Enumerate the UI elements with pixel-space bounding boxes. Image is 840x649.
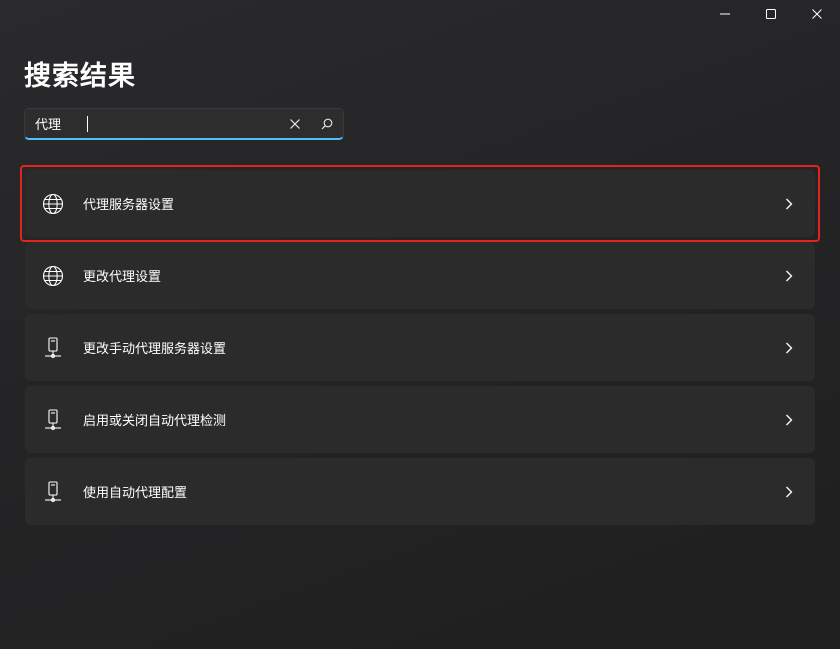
clear-icon [290,118,300,129]
result-label: 更改手动代理服务器设置 [83,342,227,357]
close-button[interactable] [794,0,840,28]
chevron-right-icon [769,342,809,354]
network-computer-icon [25,480,81,503]
search-icon [321,118,333,129]
search-button[interactable] [311,110,343,138]
close-icon [812,9,822,19]
chevron-right-icon [769,486,809,498]
clear-search-button[interactable] [279,110,311,138]
chevron-right-icon [769,270,809,282]
maximize-icon [766,9,776,19]
chevron-right-icon [769,198,809,210]
result-label: 代理服务器设置 [83,198,175,213]
caption-buttons [702,0,840,28]
result-item-auto-proxy-config[interactable]: 使用自动代理配置 [25,458,815,525]
result-item-change-proxy-settings[interactable]: 更改代理设置 [25,242,815,309]
chevron-right-icon [769,414,809,426]
globe-icon [25,265,81,287]
globe-icon [25,193,81,215]
network-computer-icon [25,336,81,359]
minimize-button[interactable] [702,0,748,28]
result-label: 更改代理设置 [83,270,162,285]
maximize-button[interactable] [748,0,794,28]
result-label: 使用自动代理配置 [83,486,188,501]
text-caret [87,116,88,132]
page-title: 搜索结果 [24,61,136,92]
result-item-auto-proxy-detection[interactable]: 启用或关闭自动代理检测 [25,386,815,453]
minimize-icon [720,13,730,15]
result-label: 启用或关闭自动代理检测 [83,414,227,429]
result-item-change-manual-proxy[interactable]: 更改手动代理服务器设置 [25,314,815,381]
search-results-list: 代理服务器设置 更改代理设置 更改手动代理服务器设置 启用或关闭自动代理检测 使… [20,165,820,530]
settings-window: 搜索结果 代理服务器设置 更改代理设置 [0,0,840,649]
network-computer-icon [25,408,81,431]
search-box [24,108,344,140]
result-item-proxy-server-settings[interactable]: 代理服务器设置 [20,165,820,242]
search-input[interactable] [25,109,279,138]
